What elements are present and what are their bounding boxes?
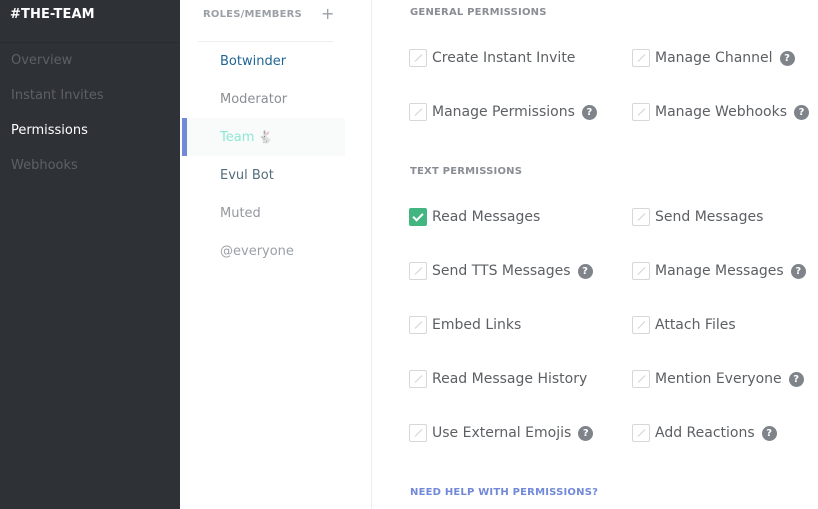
permission-label: Use External Emojis	[432, 425, 572, 441]
perm-send-tts-messages[interactable]: Send TTS Messages ?	[409, 262, 593, 280]
role-label: @everyone	[220, 244, 294, 259]
neutral-slash-icon	[414, 54, 423, 62]
rabbit-icon: 🐇	[258, 130, 274, 144]
help-icon[interactable]: ?	[578, 425, 594, 441]
permission-checkbox[interactable]	[409, 262, 427, 280]
neutral-slash-icon	[414, 375, 423, 383]
permission-label: Add Reactions	[655, 425, 755, 441]
permission-label: Send Messages	[655, 209, 764, 225]
sidebar-item-instant-invites[interactable]: Instant Invites	[11, 88, 104, 103]
sidebar-item-overview[interactable]: Overview	[11, 53, 72, 68]
perm-manage-channel[interactable]: Manage Channel ?	[632, 49, 795, 67]
role-label: Botwinder	[220, 54, 287, 69]
permission-label: Attach Files	[655, 317, 736, 333]
help-icon[interactable]: ?	[581, 104, 597, 120]
help-icon[interactable]: ?	[761, 425, 777, 441]
role-item-team[interactable]: Team 🐇	[180, 118, 345, 156]
channel-settings: #THE-TEAM Overview Instant Invites Permi…	[0, 0, 818, 509]
need-help-link[interactable]: NEED HELP WITH PERMISSIONS?	[410, 487, 598, 498]
neutral-slash-icon	[414, 429, 423, 437]
active-role-indicator	[182, 118, 187, 156]
checkmark-icon	[412, 210, 424, 222]
neutral-slash-icon	[637, 108, 646, 116]
perm-create-instant-invite[interactable]: Create Instant Invite	[409, 49, 575, 67]
neutral-slash-icon	[637, 213, 646, 221]
perm-manage-webhooks[interactable]: Manage Webhooks ?	[632, 103, 809, 121]
general-permissions-header: GENERAL PERMISSIONS	[410, 7, 547, 18]
permission-label: Read Messages	[432, 209, 541, 225]
permission-checkbox[interactable]	[409, 103, 427, 121]
settings-sidebar: #THE-TEAM Overview Instant Invites Permi…	[0, 0, 180, 509]
perm-read-messages[interactable]: Read Messages	[409, 208, 540, 226]
perm-read-message-history[interactable]: Read Message History	[409, 370, 587, 388]
neutral-slash-icon	[637, 321, 646, 329]
role-item-botwinder[interactable]: Botwinder	[180, 42, 345, 80]
text-permissions-header: TEXT PERMISSIONS	[410, 166, 523, 177]
role-item-moderator[interactable]: Moderator	[180, 80, 345, 118]
permission-label: Manage Permissions	[432, 104, 575, 120]
permission-checkbox[interactable]	[632, 49, 650, 67]
permission-checkbox[interactable]	[632, 103, 650, 121]
role-label: Evul Bot	[220, 168, 274, 183]
permission-label: Manage Messages	[655, 263, 784, 279]
add-role-icon[interactable]: +	[321, 4, 334, 23]
neutral-slash-icon	[637, 429, 646, 437]
neutral-slash-icon	[414, 321, 423, 329]
role-item-muted[interactable]: Muted	[180, 194, 345, 232]
permission-label: Manage Channel	[655, 50, 773, 66]
help-icon[interactable]: ?	[577, 263, 593, 279]
role-item-everyone[interactable]: @everyone	[180, 232, 345, 270]
neutral-slash-icon	[414, 267, 423, 275]
permission-checkbox[interactable]	[409, 370, 427, 388]
neutral-slash-icon	[637, 54, 646, 62]
permission-checkbox[interactable]	[632, 208, 650, 226]
permission-label: Embed Links	[432, 317, 522, 333]
role-item-evul-bot[interactable]: Evul Bot	[180, 156, 345, 194]
perm-send-messages[interactable]: Send Messages	[632, 208, 763, 226]
role-label: Moderator	[220, 92, 288, 107]
role-label: Muted	[220, 206, 261, 221]
perm-add-reactions[interactable]: Add Reactions ?	[632, 424, 777, 442]
help-icon[interactable]: ?	[779, 50, 795, 66]
permission-label: Send TTS Messages	[432, 263, 571, 279]
channel-name: #THE-TEAM	[10, 7, 95, 22]
permission-label: Mention Everyone	[655, 371, 782, 387]
roles-members-panel: ROLES/MEMBERS + Botwinder Moderator Team…	[180, 0, 372, 509]
permission-label: Create Instant Invite	[432, 50, 576, 66]
role-name: Team	[220, 130, 255, 145]
permission-checkbox[interactable]	[409, 49, 427, 67]
perm-embed-links[interactable]: Embed Links	[409, 316, 521, 334]
help-icon[interactable]: ?	[788, 371, 804, 387]
neutral-slash-icon	[637, 375, 646, 383]
help-icon[interactable]: ?	[794, 104, 809, 120]
permission-checkbox[interactable]	[409, 424, 427, 442]
neutral-slash-icon	[637, 267, 646, 275]
perm-attach-files[interactable]: Attach Files	[632, 316, 736, 334]
neutral-slash-icon	[414, 108, 423, 116]
sidebar-item-webhooks[interactable]: Webhooks	[11, 158, 78, 173]
sidebar-item-permissions[interactable]: Permissions	[11, 123, 88, 138]
permission-checkbox[interactable]	[409, 316, 427, 334]
permission-checkbox[interactable]	[632, 424, 650, 442]
role-label: Team 🐇	[220, 130, 273, 145]
permission-label: Manage Webhooks	[655, 104, 787, 120]
permission-checkbox[interactable]	[632, 316, 650, 334]
sidebar-divider	[0, 42, 180, 43]
perm-manage-permissions[interactable]: Manage Permissions ?	[409, 103, 597, 121]
permission-checkbox-allowed[interactable]	[409, 208, 427, 226]
perm-manage-messages[interactable]: Manage Messages ?	[632, 262, 806, 280]
roles-header: ROLES/MEMBERS	[203, 9, 302, 20]
perm-mention-everyone[interactable]: Mention Everyone ?	[632, 370, 804, 388]
permission-checkbox[interactable]	[632, 262, 650, 280]
permission-label: Read Message History	[432, 371, 588, 387]
perm-use-external-emojis[interactable]: Use External Emojis ?	[409, 424, 594, 442]
permissions-panel: GENERAL PERMISSIONS Create Instant Invit…	[372, 0, 818, 509]
help-icon[interactable]: ?	[790, 263, 806, 279]
permission-checkbox[interactable]	[632, 370, 650, 388]
